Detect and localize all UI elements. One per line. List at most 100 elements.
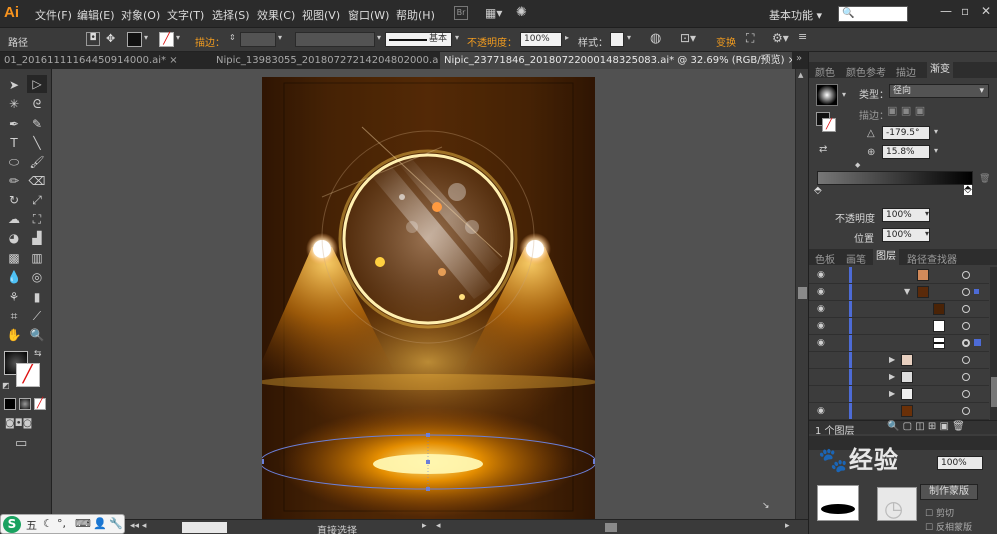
tab-brushes[interactable]: 画笔 xyxy=(846,251,866,266)
vertical-scroll-thumb[interactable] xyxy=(798,287,807,299)
target-icon[interactable] xyxy=(962,322,970,330)
anchor-point-right[interactable] xyxy=(593,459,595,464)
pencil-tool-icon[interactable]: ✏ xyxy=(4,172,24,190)
hand-tool-icon[interactable]: ✋ xyxy=(4,326,24,344)
menu-object[interactable]: 对象(O) xyxy=(121,7,160,23)
stroke-color-box[interactable]: ╱ xyxy=(16,363,40,387)
gradient-stop-left[interactable]: ⬘ xyxy=(814,185,822,196)
gpu-performance-icon[interactable]: ✺ xyxy=(516,5,527,20)
layer-row[interactable]: ◉ xyxy=(809,335,989,352)
visibility-eye-icon[interactable]: ◉ xyxy=(817,338,825,348)
visibility-eye-icon[interactable]: ◉ xyxy=(817,270,825,280)
gradient-slider[interactable] xyxy=(817,171,973,185)
warp-tool-icon[interactable]: ☁ xyxy=(4,210,24,228)
visibility-eye-icon[interactable]: ◉ xyxy=(817,304,825,314)
transform-link[interactable]: 变换 xyxy=(716,34,736,49)
status-menu-icon[interactable]: ▸ xyxy=(422,521,427,531)
stroke-dropdown-icon[interactable]: ▾ xyxy=(176,33,180,42)
transparency-opacity-input[interactable]: 100% xyxy=(937,456,983,470)
line-tool-icon[interactable]: ╲ xyxy=(27,134,47,152)
fill-dropdown-icon[interactable]: ▾ xyxy=(144,33,148,42)
scroll-right-icon[interactable]: ▸ xyxy=(785,521,790,531)
anchor-point-top[interactable] xyxy=(426,433,430,437)
symbol-sprayer-icon[interactable]: ⚘ xyxy=(4,288,24,306)
location-dropdown[interactable]: ▾ xyxy=(925,229,929,238)
layer-row[interactable]: ◉ xyxy=(809,318,989,335)
artboard-tool-icon[interactable]: ⌗ xyxy=(4,307,24,325)
wrench-icon[interactable]: 🔧 xyxy=(109,517,123,530)
arrange-documents-icon[interactable]: ▦▾ xyxy=(485,6,502,20)
menu-view[interactable]: 视图(V) xyxy=(302,7,340,23)
horizontal-scroll-thumb[interactable] xyxy=(605,523,617,532)
layer-row[interactable]: ▶ xyxy=(809,369,989,386)
opacity-input[interactable]: 100% xyxy=(520,32,562,47)
vertical-scrollbar[interactable]: ▲ xyxy=(795,69,808,519)
perspective-grid-icon[interactable]: ▟ xyxy=(27,229,47,247)
gradient-mode-icon[interactable] xyxy=(19,398,31,410)
target-icon[interactable] xyxy=(962,390,970,398)
gradient-angle-input[interactable]: -179.5° xyxy=(882,126,930,140)
direct-selection-tool-icon[interactable]: ▷ xyxy=(27,75,47,93)
reverse-gradient-icon[interactable]: ⇄ xyxy=(819,144,827,155)
tab-document-1[interactable]: 01_20161111164450914000.ai* × xyxy=(0,52,208,69)
brush-definition[interactable]: 基本 xyxy=(385,32,452,47)
target-icon[interactable] xyxy=(962,356,970,364)
canvas-area[interactable]: ↘ xyxy=(52,69,795,519)
layer-row[interactable]: ◉ xyxy=(809,267,989,284)
stroke-weight-input[interactable] xyxy=(240,32,276,47)
layers-scroll-thumb[interactable] xyxy=(991,377,997,407)
visibility-eye-icon[interactable]: ◉ xyxy=(817,406,825,416)
menu-select[interactable]: 选择(S) xyxy=(212,7,250,23)
screen-mode-icon[interactable]: ▭ xyxy=(15,436,27,451)
menu-window[interactable]: 窗口(W) xyxy=(348,7,389,23)
close-icon[interactable]: ✕ xyxy=(981,4,991,18)
restore-icon[interactable]: ▫ xyxy=(961,4,969,18)
gradient-preview-swatch[interactable] xyxy=(816,84,838,106)
tab-color-guide[interactable]: 颜色参考 xyxy=(846,64,886,79)
stroke-gradient-options[interactable]: ▣ ▣ ▣ xyxy=(887,104,925,117)
menu-type[interactable]: 文字(T) xyxy=(167,7,204,23)
tab-gradient[interactable]: 渐变 xyxy=(927,62,953,78)
color-mode-icon[interactable] xyxy=(4,398,16,410)
angle-dropdown[interactable]: ▾ xyxy=(934,127,938,136)
tab-layers[interactable]: 图层 xyxy=(873,249,899,265)
tab-color[interactable]: 颜色 xyxy=(815,64,835,79)
expand-icon[interactable]: ▶ xyxy=(889,355,895,364)
target-icon[interactable] xyxy=(962,288,970,296)
tab-overflow-icon[interactable]: » xyxy=(796,53,802,64)
eraser-tool-icon[interactable]: ⌫ xyxy=(27,172,47,190)
blend-tool-icon[interactable]: ◎ xyxy=(27,268,47,286)
scale-tool-icon[interactable]: ⤢ xyxy=(27,191,47,209)
gradient-stop-right[interactable]: ⬘ xyxy=(964,185,972,195)
tab-swatches[interactable]: 色板 xyxy=(815,251,835,266)
expand-icon[interactable]: ▶ xyxy=(889,389,895,398)
brush-dropdown[interactable]: ▾ xyxy=(455,33,459,42)
pen-tool-icon[interactable]: ✒ xyxy=(4,115,24,133)
artboard[interactable] xyxy=(262,77,595,519)
curvature-tool-icon[interactable]: ✎ xyxy=(27,115,47,133)
gradient-swatch-dropdown[interactable]: ▾ xyxy=(842,90,846,99)
graphic-style-swatch[interactable] xyxy=(610,32,624,47)
clip-checkbox[interactable]: ☐ 剪切 xyxy=(925,506,954,519)
shape-builder-icon[interactable]: ◕ xyxy=(4,229,24,247)
ime-logo[interactable]: S xyxy=(3,516,21,533)
scroll-up-icon[interactable]: ▲ xyxy=(798,71,803,79)
workspace-switcher[interactable]: 基本功能 ▾ xyxy=(769,7,822,23)
magic-wand-icon[interactable]: ✳ xyxy=(4,95,24,113)
tab-pathfinder[interactable]: 路径查找器 xyxy=(907,251,957,266)
swap-fill-stroke-icon[interactable]: ⇆ xyxy=(34,349,42,359)
draw-mode-icons[interactable]: ◙◘◙ xyxy=(5,418,32,429)
layers-scrollbar[interactable] xyxy=(990,267,997,420)
ime-toolbar[interactable]: S 五 ☾ °, ⌨ 👤 🔧 xyxy=(0,514,125,534)
gradient-aspect-input[interactable]: 15.8% xyxy=(882,145,930,159)
close-tab-icon[interactable]: × xyxy=(788,55,792,66)
layer-row[interactable]: ◉ xyxy=(809,403,989,420)
free-transform-icon[interactable]: ⛶ xyxy=(27,210,47,228)
gradient-location-input[interactable]: 100% xyxy=(882,228,930,242)
visibility-eye-icon[interactable]: ◉ xyxy=(817,287,825,297)
aspect-dropdown[interactable]: ▾ xyxy=(934,146,938,155)
panel-menu-icon[interactable]: ≡ xyxy=(798,30,807,43)
anchor-point-left[interactable] xyxy=(262,459,264,464)
tab-document-2[interactable]: Nipic_13983055_20180727214204802000.ai* … xyxy=(212,52,438,69)
make-mask-button[interactable]: 制作蒙版 xyxy=(920,484,978,500)
